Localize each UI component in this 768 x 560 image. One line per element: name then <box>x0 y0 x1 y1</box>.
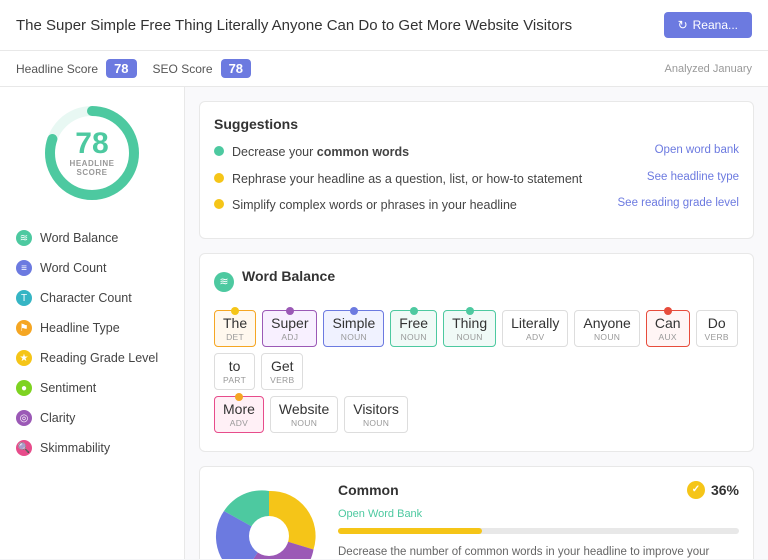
common-percentage: ✓ 36% <box>687 481 739 499</box>
sidebar-item-reading-grade[interactable]: ★ Reading Grade Level <box>0 343 184 373</box>
sidebar-item-headline-type[interactable]: ⚑ Headline Type <box>0 313 184 343</box>
sidebar-item-word-count[interactable]: ≡ Word Count <box>0 253 184 283</box>
score-label: HEADLINESCORE <box>70 159 115 177</box>
word-token-get[interactable]: GetVERB <box>261 353 303 390</box>
suggestion-item-3: Simplify complex words or phrases in you… <box>214 197 739 215</box>
common-title: Common <box>338 482 399 498</box>
skimmability-icon: 🔍 <box>16 440 32 456</box>
character-count-icon: T <box>16 290 32 306</box>
score-circle-text: 78 HEADLINESCORE <box>70 129 115 177</box>
score-circle-container: 78 HEADLINESCORE <box>0 103 184 203</box>
suggestion-text-1: Decrease your common words <box>232 144 409 162</box>
headline-score-badge: 78 <box>106 59 136 78</box>
word-balance-card: ≋ Word Balance TheDET SuperADJ SimpleNOU… <box>199 253 754 452</box>
see-reading-grade-link[interactable]: See reading grade level <box>618 197 739 209</box>
common-card: Common ✓ 36% Open Word Bank Decrease the… <box>199 466 754 560</box>
token-dot-the <box>231 307 239 315</box>
seo-score-badge: 78 <box>221 59 251 78</box>
headline-type-icon: ⚑ <box>16 320 32 336</box>
reana-icon: ↻ <box>678 18 688 32</box>
token-dot-simple <box>350 307 358 315</box>
token-dot-thing <box>466 307 474 315</box>
reading-grade-icon: ★ <box>16 350 32 366</box>
word-token-do[interactable]: DoVERB <box>696 310 738 347</box>
common-header: Common ✓ 36% <box>338 481 739 499</box>
words-row: TheDET SuperADJ SimpleNOUN FreeNOUN Thin… <box>214 310 739 390</box>
headline-score-tab[interactable]: Headline Score 78 <box>16 59 137 78</box>
see-headline-type-link[interactable]: See headline type <box>647 171 739 183</box>
clarity-icon: ◎ <box>16 410 32 426</box>
sidebar-item-sentiment[interactable]: ● Sentiment <box>0 373 184 403</box>
pie-chart <box>214 481 324 560</box>
headline-score-label: Headline Score <box>16 62 98 76</box>
open-word-bank-link[interactable]: Open word bank <box>655 144 739 156</box>
token-dot-more <box>235 393 243 401</box>
word-token-thing[interactable]: ThingNOUN <box>443 310 496 347</box>
header: The Super Simple Free Thing Literally An… <box>0 0 768 51</box>
pie-chart-container <box>214 481 324 560</box>
word-token-website[interactable]: WebsiteNOUN <box>270 396 338 433</box>
word-token-literally[interactable]: LiterallyADV <box>502 310 568 347</box>
suggestion-dot-3 <box>214 199 224 209</box>
common-info: Common ✓ 36% Open Word Bank Decrease the… <box>338 481 739 560</box>
word-balance-label: Word Balance <box>40 231 118 245</box>
sidebar-item-clarity[interactable]: ◎ Clarity <box>0 403 184 433</box>
suggestion-text-3: Simplify complex words or phrases in you… <box>232 197 517 215</box>
sidebar-item-skimmability[interactable]: 🔍 Skimmability <box>0 433 184 463</box>
word-token-more[interactable]: MoreADV <box>214 396 264 433</box>
word-balance-card-icon: ≋ <box>214 272 234 292</box>
sidebar: 78 HEADLINESCORE ≋ Word Balance ≡ Word C… <box>0 87 185 559</box>
token-dot-can <box>664 307 672 315</box>
common-description: Decrease the number of common words in y… <box>338 544 739 560</box>
suggestion-text-2: Rephrase your headline as a question, li… <box>232 171 582 189</box>
suggestions-card: Suggestions Decrease your common words O… <box>199 101 754 239</box>
reading-grade-label: Reading Grade Level <box>40 351 158 365</box>
word-token-to[interactable]: toPART <box>214 353 255 390</box>
words-row-2: MoreADV WebsiteNOUN VisitorsNOUN <box>214 396 739 433</box>
suggestion-item-1: Decrease your common words Open word ban… <box>214 144 739 162</box>
sidebar-menu: ≋ Word Balance ≡ Word Count T Character … <box>0 223 184 463</box>
sidebar-item-word-balance[interactable]: ≋ Word Balance <box>0 223 184 253</box>
seo-score-label: SEO Score <box>153 62 213 76</box>
page-title: The Super Simple Free Thing Literally An… <box>16 17 664 34</box>
score-tabs: Headline Score 78 SEO Score 78 Analyzed … <box>0 51 768 87</box>
main-layout: 78 HEADLINESCORE ≋ Word Balance ≡ Word C… <box>0 87 768 559</box>
character-count-label: Character Count <box>40 291 132 305</box>
analyzed-text: Analyzed January <box>665 63 752 75</box>
main-content: Suggestions Decrease your common words O… <box>185 87 768 559</box>
word-token-can[interactable]: CanAUX <box>646 310 690 347</box>
open-word-bank-link-2[interactable]: Open Word Bank <box>338 508 422 520</box>
word-token-simple[interactable]: SimpleNOUN <box>323 310 384 347</box>
progress-bar <box>338 528 739 534</box>
suggestion-item-2: Rephrase your headline as a question, li… <box>214 171 739 189</box>
word-balance-icon: ≋ <box>16 230 32 246</box>
token-dot-free <box>410 307 418 315</box>
word-count-label: Word Count <box>40 261 106 275</box>
word-token-free[interactable]: FreeNOUN <box>390 310 437 347</box>
suggestions-title: Suggestions <box>214 116 739 132</box>
progress-bar-fill <box>338 528 482 534</box>
word-token-anyone[interactable]: AnyoneNOUN <box>574 310 639 347</box>
check-circle-icon: ✓ <box>687 481 705 499</box>
word-count-icon: ≡ <box>16 260 32 276</box>
sentiment-label: Sentiment <box>40 381 96 395</box>
word-token-super[interactable]: SuperADJ <box>262 310 317 347</box>
sentiment-icon: ● <box>16 380 32 396</box>
score-circle: 78 HEADLINESCORE <box>42 103 142 203</box>
clarity-label: Clarity <box>40 411 75 425</box>
suggestion-dot-2 <box>214 173 224 183</box>
word-token-the[interactable]: TheDET <box>214 310 256 347</box>
word-balance-title-row: ≋ Word Balance <box>214 268 739 296</box>
skimmability-label: Skimmability <box>40 441 110 455</box>
seo-score-tab[interactable]: SEO Score 78 <box>153 59 252 78</box>
suggestion-dot-1 <box>214 146 224 156</box>
sidebar-item-character-count[interactable]: T Character Count <box>0 283 184 313</box>
headline-type-label: Headline Type <box>40 321 120 335</box>
reana-button[interactable]: ↻ Reana... <box>664 12 752 38</box>
bottom-section: Common ✓ 36% Open Word Bank Decrease the… <box>214 481 739 560</box>
score-number: 78 <box>70 129 115 159</box>
word-token-visitors[interactable]: VisitorsNOUN <box>344 396 408 433</box>
word-balance-card-title: Word Balance <box>242 268 335 284</box>
token-dot-super <box>286 307 294 315</box>
